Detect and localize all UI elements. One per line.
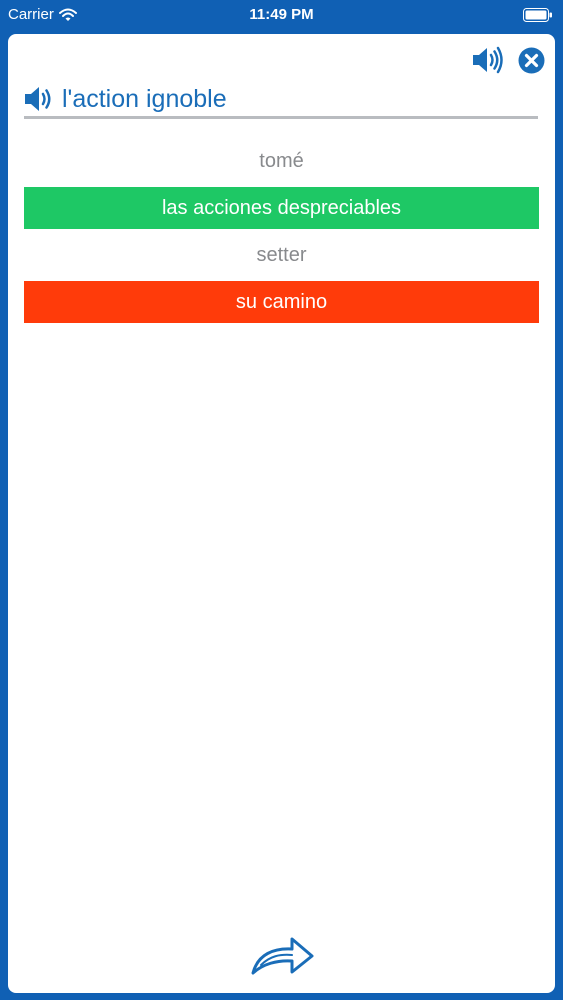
battery-indicator xyxy=(523,8,553,26)
quiz-card: l'action ignoble tomé las acciones despr… xyxy=(8,34,555,993)
forward-arrow-icon xyxy=(251,937,314,975)
answer-option-label: setter xyxy=(256,243,307,266)
answer-option-correct[interactable]: las acciones despreciables xyxy=(24,187,539,229)
answer-option-label: su camino xyxy=(235,290,328,313)
speaker-icon[interactable] xyxy=(471,46,503,74)
close-icon[interactable] xyxy=(518,47,545,74)
answer-options: tomé las acciones despreciables setter s… xyxy=(24,140,539,328)
battery-icon xyxy=(523,8,552,22)
answer-option-label: las acciones despreciables xyxy=(161,196,402,219)
answer-option-wrong[interactable]: su camino xyxy=(24,281,539,323)
status-time: 11:49 PM xyxy=(249,6,314,23)
answer-option-label: tomé xyxy=(259,149,304,172)
status-bar: Carrier 11:49 PM xyxy=(0,0,563,30)
answer-option[interactable]: setter xyxy=(24,234,539,276)
toolbar xyxy=(471,46,545,74)
question-word: l'action ignoble xyxy=(62,85,227,113)
answer-option[interactable]: tomé xyxy=(24,140,539,182)
next-button[interactable] xyxy=(250,932,316,983)
speaker-icon[interactable] xyxy=(24,85,54,113)
question-header: l'action ignoble xyxy=(24,82,538,119)
